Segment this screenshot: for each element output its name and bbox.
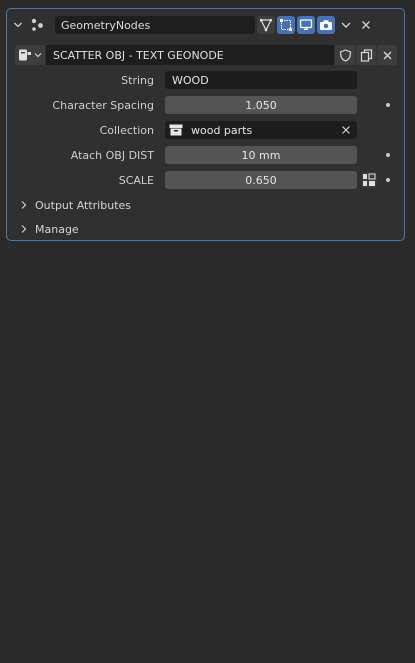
property-collection-row: Collection wood parts [7, 120, 404, 140]
viewport-display-toggle[interactable] [297, 16, 315, 34]
unlink-node-group-button[interactable] [377, 45, 397, 65]
browse-node-group-button[interactable] [15, 45, 45, 65]
duplicate-icon [360, 48, 372, 62]
close-icon [362, 21, 370, 29]
manage-section[interactable]: Manage [19, 220, 79, 238]
modifier-name: GeometryNodes [61, 18, 151, 32]
node-group-name-field[interactable]: SCATTER OBJ - TEXT GEONODE [46, 45, 334, 65]
duplicate-node-group-button[interactable] [356, 45, 376, 65]
node-group-selector: SCATTER OBJ - TEXT GEONODE [15, 45, 399, 65]
property-label: Collection [99, 123, 154, 137]
remove-modifier-button[interactable] [357, 16, 375, 34]
edit-mode-icon [260, 19, 272, 32]
output-attributes-section[interactable]: Output Attributes [19, 196, 131, 214]
collection-value: wood parts [191, 123, 253, 137]
scale-value: 0.650 [245, 173, 277, 187]
collection-field[interactable]: wood parts [165, 121, 357, 139]
string-input[interactable]: WOOD [165, 71, 357, 89]
property-label: SCALE [118, 173, 154, 187]
string-value: WOOD [172, 73, 209, 87]
attribute-toggle-icon[interactable] [361, 172, 377, 188]
modifier-name-field[interactable]: GeometryNodes [55, 16, 255, 34]
attach-dist-value: 10 mm [241, 148, 281, 162]
chevron-right-icon [19, 224, 29, 234]
collection-box-icon [169, 124, 183, 136]
scale-field[interactable]: 0.650 [165, 171, 357, 189]
property-string-row: String WOOD [7, 70, 404, 90]
geometry-nodes-icon [31, 18, 43, 31]
edit-mode-toggle[interactable] [257, 16, 275, 34]
property-label: Atach OBJ DIST [70, 148, 154, 162]
chevron-down-icon [341, 22, 351, 28]
property-label: String [121, 73, 154, 87]
fake-user-button[interactable] [335, 45, 355, 65]
chevron-down-icon [34, 53, 42, 58]
property-attach-dist-row: Atach OBJ DIST 10 mm [7, 145, 404, 165]
property-label: Character Spacing [52, 98, 154, 112]
node-tree-icon [19, 49, 31, 61]
character-spacing-field[interactable]: 1.050 [165, 96, 357, 114]
attach-dist-field[interactable]: 10 mm [165, 146, 357, 164]
manage-label: Manage [35, 222, 79, 236]
render-toggle[interactable] [317, 16, 335, 34]
output-attributes-label: Output Attributes [35, 198, 132, 212]
on-cage-toggle[interactable] [277, 16, 295, 34]
chevron-down-icon[interactable] [13, 20, 23, 30]
character-spacing-value: 1.050 [245, 98, 277, 112]
close-icon [383, 51, 391, 59]
shield-icon [339, 48, 351, 62]
keyframe-dot-icon[interactable] [386, 103, 390, 107]
modifier-panel: GeometryNodes SCATTER OBJ - TEXT GEONODE… [6, 8, 405, 241]
keyframe-dot-icon[interactable] [386, 178, 390, 182]
property-scale-row: SCALE 0.650 [7, 170, 404, 190]
camera-render-icon [320, 20, 332, 30]
viewport-display-icon [299, 19, 313, 30]
close-icon[interactable] [341, 125, 351, 135]
chevron-right-icon [19, 200, 29, 210]
modifier-header: GeometryNodes [13, 15, 398, 35]
modifier-menu-button[interactable] [337, 16, 355, 34]
on-cage-icon [280, 19, 292, 31]
node-group-name: SCATTER OBJ - TEXT GEONODE [53, 48, 224, 62]
keyframe-dot-icon[interactable] [386, 153, 390, 157]
property-character-spacing-row: Character Spacing 1.050 [7, 95, 404, 115]
